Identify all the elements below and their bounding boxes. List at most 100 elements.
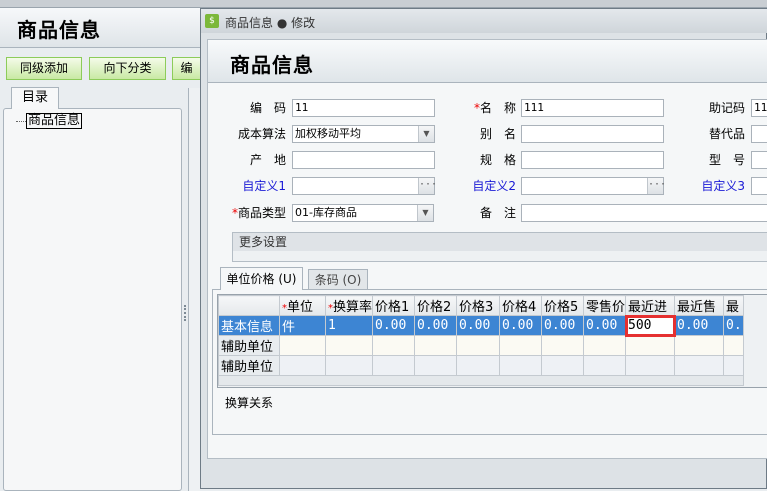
custom2-field[interactable]: ··· bbox=[521, 177, 666, 195]
grid-cell[interactable] bbox=[674, 335, 725, 356]
grid-cell[interactable] bbox=[541, 335, 585, 356]
row-header: 辅助单位 bbox=[218, 355, 280, 376]
grid-cell[interactable]: 件 bbox=[279, 315, 326, 336]
spec-label: 规 格 bbox=[479, 153, 516, 167]
type-value: 01-库存商品 bbox=[295, 206, 357, 219]
cost-method-value: 加权移动平均 bbox=[295, 127, 361, 140]
table-row[interactable]: 辅助单位 bbox=[218, 355, 745, 376]
more-settings-panel: 更多设置 bbox=[232, 232, 767, 262]
column-header[interactable]: 价格1 bbox=[372, 295, 416, 316]
column-header[interactable]: *换算率 bbox=[324, 295, 374, 316]
edit-dialog: $ 商品信息 ● 修改 商品信息 编 码 11 *名 称 111 助记码 111… bbox=[200, 8, 767, 489]
grid-cell[interactable] bbox=[414, 335, 458, 356]
grid-cell[interactable]: 0.00 bbox=[499, 315, 543, 336]
ellipsis-icon[interactable]: ··· bbox=[418, 178, 437, 194]
column-header[interactable]: 最近进 bbox=[625, 295, 676, 316]
grid-cell[interactable] bbox=[324, 355, 374, 376]
grid-cell[interactable] bbox=[723, 335, 745, 356]
mnemonic-label: 助记码 bbox=[708, 101, 745, 115]
grid-cell[interactable]: 0.00 bbox=[456, 315, 501, 336]
code-field[interactable]: 11 bbox=[292, 99, 435, 117]
grid-cell[interactable] bbox=[499, 335, 543, 356]
remark-field[interactable] bbox=[521, 204, 767, 222]
grid-cell[interactable]: 1 bbox=[324, 315, 374, 336]
cost-method-select[interactable]: 加权移动平均 ▼ bbox=[292, 125, 435, 143]
grid-cell[interactable] bbox=[583, 335, 627, 356]
grid-cell[interactable] bbox=[279, 355, 326, 376]
grid-cell[interactable] bbox=[324, 335, 374, 356]
chevron-down-icon[interactable]: ▼ bbox=[418, 126, 434, 142]
grid-cell[interactable] bbox=[279, 335, 326, 356]
custom1-field[interactable]: ··· bbox=[292, 177, 437, 195]
column-header[interactable]: 价格2 bbox=[414, 295, 458, 316]
column-header[interactable]: 零售价 bbox=[583, 295, 627, 316]
column-header[interactable]: 最近售 bbox=[674, 295, 725, 316]
name-field[interactable]: 111 bbox=[521, 99, 664, 117]
grid-cell[interactable] bbox=[372, 355, 416, 376]
grid-cell[interactable] bbox=[456, 355, 501, 376]
tab-barcode[interactable]: 条码 (O) bbox=[308, 269, 368, 290]
origin-field[interactable] bbox=[292, 151, 435, 169]
grid-cell[interactable]: 0.00 bbox=[414, 315, 458, 336]
row-header: 辅助单位 bbox=[218, 335, 280, 356]
mnemonic-field[interactable]: 111 bbox=[751, 99, 767, 117]
substitute-field[interactable] bbox=[751, 125, 767, 143]
tab-catalog[interactable]: 目录 bbox=[11, 87, 59, 109]
custom3-field[interactable] bbox=[751, 177, 767, 195]
grid-scrollbar-row[interactable] bbox=[218, 375, 745, 386]
grid-cell[interactable]: 0.00 bbox=[583, 315, 627, 336]
spec-field[interactable] bbox=[521, 151, 664, 169]
custom2-label[interactable]: 自定义2 bbox=[448, 177, 516, 195]
grid-cell[interactable]: 0. bbox=[723, 315, 745, 336]
column-header-label: 最 bbox=[726, 300, 740, 315]
grid-cell[interactable]: 0.00 bbox=[541, 315, 585, 336]
table-row[interactable]: 辅助单位 bbox=[218, 335, 745, 356]
type-select[interactable]: 01-库存商品 ▼ bbox=[292, 204, 434, 222]
grid-cell[interactable] bbox=[414, 355, 458, 376]
dialog-titlebar[interactable]: $ 商品信息 ● 修改 bbox=[201, 9, 767, 33]
grid-cell[interactable] bbox=[456, 335, 501, 356]
chevron-down-icon[interactable]: ▼ bbox=[417, 205, 433, 221]
grid-cell[interactable]: 0.00 bbox=[674, 315, 725, 336]
column-header-label: 最近售 bbox=[677, 300, 717, 315]
grid-cell[interactable] bbox=[674, 355, 725, 376]
grid-cell[interactable]: 0.00 bbox=[372, 315, 416, 336]
tab-panel: *单位 *换算率 价格1 价格2 价格3 价格4 价格5 零售价 最近进 最近售最基本信息件 1 0.… bbox=[212, 289, 767, 435]
add-child-category-button[interactable]: 向下分类 bbox=[89, 57, 166, 80]
column-header[interactable]: 价格4 bbox=[499, 295, 543, 316]
custom3-label[interactable]: 自定义3 bbox=[678, 177, 745, 195]
table-row[interactable]: 基本信息件 1 0.00 0.00 0.00 0.00 0.00 0.00 500 0.00 0. bbox=[218, 314, 745, 337]
tree-item[interactable]: 商品信息 bbox=[16, 113, 83, 129]
grid-cell[interactable] bbox=[625, 335, 676, 356]
tree-panel: 商品信息 bbox=[3, 108, 182, 491]
dialog-header: 商品信息 bbox=[208, 40, 767, 83]
ellipsis-icon[interactable]: ··· bbox=[647, 178, 666, 194]
grid-cell[interactable] bbox=[625, 355, 676, 376]
grid-header-row: *单位 *换算率 价格1 价格2 价格3 价格4 价格5 零售价 最近进 最近售最 bbox=[218, 295, 745, 316]
grid-cell[interactable] bbox=[499, 355, 543, 376]
tree-connector bbox=[16, 120, 26, 122]
column-header[interactable]: 价格5 bbox=[541, 295, 585, 316]
column-header[interactable] bbox=[218, 295, 280, 316]
alias-field[interactable] bbox=[521, 125, 664, 143]
splitter-handle[interactable] bbox=[184, 305, 186, 321]
tab-unit-price[interactable]: 单位价格 (U) bbox=[220, 267, 303, 290]
recent-purchase-price-cell-editing[interactable]: 500 bbox=[624, 314, 676, 337]
substitute-label: 替代品 bbox=[708, 127, 745, 141]
add-sibling-button[interactable]: 同级添加 bbox=[6, 57, 82, 80]
grid-cell[interactable] bbox=[583, 355, 627, 376]
custom1-label[interactable]: 自定义1 bbox=[218, 177, 286, 195]
model-field[interactable] bbox=[751, 151, 767, 169]
grid-cell[interactable] bbox=[723, 355, 745, 376]
edit-button[interactable]: 编 bbox=[172, 57, 200, 80]
row-header: 基本信息 bbox=[218, 315, 280, 336]
name-label: *名 称 bbox=[458, 99, 516, 117]
column-header[interactable]: *单位 bbox=[279, 295, 326, 316]
column-header[interactable]: 价格3 bbox=[456, 295, 501, 316]
dialog-body: 商品信息 编 码 11 *名 称 111 助记码 111 成本算法 加权移动平均… bbox=[207, 39, 767, 459]
grid-cell[interactable] bbox=[541, 355, 585, 376]
grid-cell[interactable] bbox=[372, 335, 416, 356]
tree-item-label: 商品信息 bbox=[26, 113, 83, 129]
column-header[interactable]: 最 bbox=[723, 295, 745, 316]
more-settings-toggle[interactable]: 更多设置 bbox=[233, 233, 767, 251]
